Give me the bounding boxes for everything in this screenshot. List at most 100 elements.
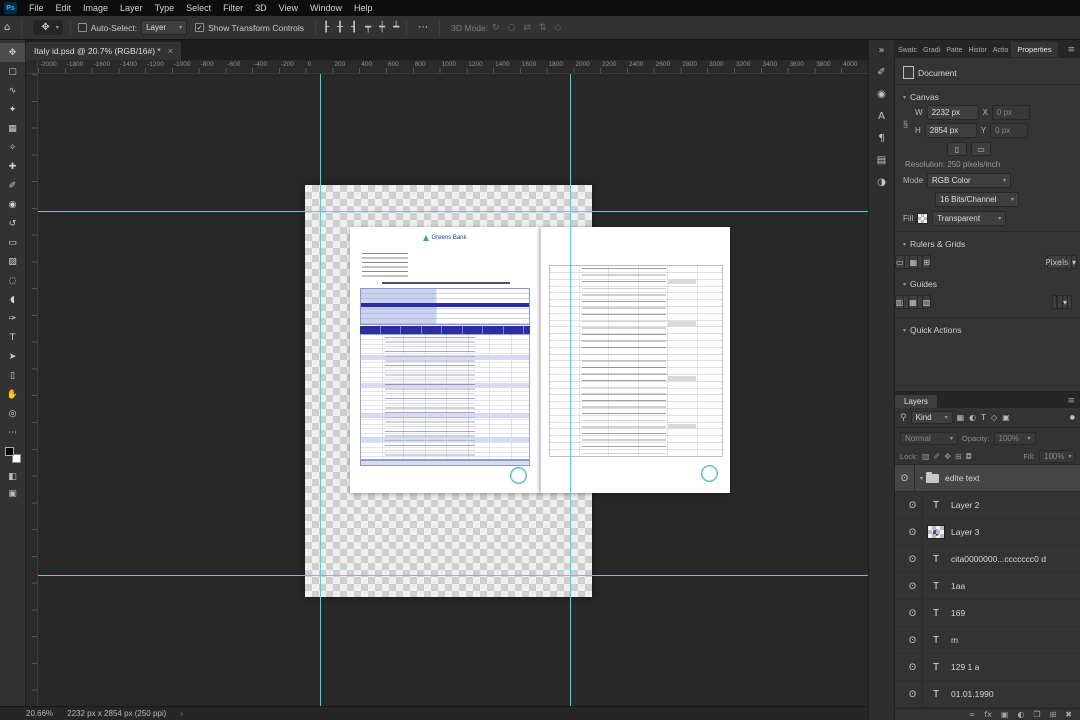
- canvas-viewport[interactable]: Greens Bank: [26, 74, 868, 706]
- add-guide-icon[interactable]: ▥: [895, 295, 905, 309]
- panel-tab[interactable]: Histor: [966, 44, 990, 57]
- lock-artboard-icon[interactable]: ⊞: [955, 452, 962, 461]
- quick-mask-icon[interactable]: ◧: [0, 468, 25, 485]
- lock-position-icon[interactable]: ✥: [944, 452, 951, 461]
- align-right-icon[interactable]: ┨: [351, 22, 357, 33]
- tab-layers[interactable]: Layers: [895, 395, 938, 408]
- foreground-color-swatch[interactable]: [4, 447, 14, 456]
- visibility-toggle[interactable]: ʘ: [903, 681, 923, 707]
- adjustment-layer-icon[interactable]: ◐: [1017, 710, 1024, 719]
- layer-row[interactable]: ʘ T cita0000000...ccccccc0 d: [895, 546, 1080, 573]
- 3d-roll-icon[interactable]: ○: [508, 23, 516, 33]
- visibility-toggle[interactable]: ʘ: [895, 465, 915, 491]
- lock-transparency-icon[interactable]: ▨: [922, 452, 930, 461]
- menu-3d[interactable]: 3D: [249, 3, 273, 13]
- menu-layer[interactable]: Layer: [114, 3, 149, 13]
- snap-toggle-icon[interactable]: ⊞: [922, 255, 931, 269]
- edit-toolbar-icon[interactable]: ⋯: [0, 423, 25, 442]
- crop-tool[interactable]: ▦: [0, 119, 25, 138]
- lock-pixels-icon[interactable]: ✐: [934, 452, 941, 461]
- link-dimensions-icon[interactable]: §: [903, 119, 908, 129]
- tool-preset-button[interactable]: ✥ ▾: [33, 20, 63, 35]
- healing-brush-tool[interactable]: ✚: [0, 157, 25, 176]
- guide-style-dropdown[interactable]: ▾: [1052, 295, 1072, 309]
- height-input[interactable]: 2854 px: [924, 123, 977, 138]
- new-layer-icon[interactable]: ⊞: [1050, 710, 1057, 719]
- text-layer-thumbnail[interactable]: T: [927, 659, 945, 675]
- fill-opacity-dropdown[interactable]: 100% ▾: [1039, 449, 1075, 463]
- menu-filter[interactable]: Filter: [217, 3, 249, 13]
- layers-panel-menu-icon[interactable]: ≡: [1067, 396, 1080, 408]
- close-icon[interactable]: ×: [168, 46, 173, 56]
- text-layer-thumbnail[interactable]: T: [927, 605, 945, 621]
- guide-layout-icon[interactable]: ▦: [908, 295, 918, 309]
- guide-horizontal[interactable]: [38, 575, 868, 576]
- image-layer-thumbnail[interactable]: [927, 525, 945, 539]
- panel-tab[interactable]: Gradi: [920, 44, 943, 57]
- delete-layer-icon[interactable]: ✖: [1065, 710, 1072, 719]
- shape-tool[interactable]: ▯: [0, 366, 25, 385]
- history-brush-tool[interactable]: ↺: [0, 214, 25, 233]
- menu-edit[interactable]: Edit: [50, 3, 78, 13]
- align-middle-icon[interactable]: ┿: [379, 22, 385, 33]
- align-left-icon[interactable]: ┠: [323, 22, 329, 33]
- x-input[interactable]: 0 px: [991, 105, 1030, 120]
- fill-swatch[interactable]: [917, 213, 929, 224]
- align-bottom-icon[interactable]: ┷: [393, 22, 399, 33]
- visibility-toggle[interactable]: ʘ: [903, 627, 923, 653]
- width-input[interactable]: 2232 px: [926, 105, 979, 120]
- visibility-toggle[interactable]: ʘ: [903, 519, 923, 545]
- layer-row[interactable]: ʘ T 169: [895, 600, 1080, 627]
- auto-select-checkbox[interactable]: [77, 23, 87, 32]
- eyedropper-tool[interactable]: ✧: [0, 138, 25, 157]
- canvas-section-header[interactable]: ▾ Canvas: [903, 92, 1072, 102]
- layer-row-group[interactable]: ʘ ▾ edite text: [895, 465, 1080, 492]
- 3d-rotate-icon[interactable]: ↻: [492, 23, 500, 33]
- color-swatches[interactable]: [4, 447, 21, 463]
- brush-tool[interactable]: ✐: [0, 176, 25, 195]
- blur-tool[interactable]: ◌: [0, 271, 25, 290]
- brushes-panel-icon[interactable]: ✐: [877, 67, 885, 78]
- filter-shape-icon[interactable]: ◇: [991, 413, 997, 422]
- hand-tool[interactable]: ✋: [0, 385, 25, 404]
- layer-group-icon[interactable]: ❐: [1033, 710, 1040, 719]
- show-transform-checkbox[interactable]: ✓: [195, 23, 205, 32]
- home-icon[interactable]: ⌂: [0, 22, 14, 33]
- text-layer-thumbnail[interactable]: T: [927, 497, 945, 513]
- quick-selection-tool[interactable]: ✦: [0, 100, 25, 119]
- visibility-toggle[interactable]: ʘ: [903, 654, 923, 680]
- filter-adjustment-icon[interactable]: ◐: [969, 413, 976, 422]
- group-expand-icon[interactable]: ▾: [920, 475, 923, 482]
- grid-toggle-icon[interactable]: ▦: [908, 255, 919, 269]
- layer-row[interactable]: ʘ T 1aa: [895, 573, 1080, 600]
- link-layers-icon[interactable]: ∞: [969, 710, 976, 719]
- panel-tab[interactable]: Actio: [990, 44, 1012, 57]
- expand-panels-icon[interactable]: »: [878, 45, 884, 56]
- paragraph-panel-icon[interactable]: ¶: [878, 133, 884, 144]
- path-select-tool[interactable]: ➤: [0, 347, 25, 366]
- align-top-icon[interactable]: ┯: [365, 22, 371, 33]
- text-layer-thumbnail[interactable]: T: [927, 551, 945, 567]
- opacity-dropdown[interactable]: 100% ▾: [993, 431, 1036, 445]
- filter-kind-dropdown[interactable]: Kind ▾: [910, 411, 953, 424]
- document-tab[interactable]: Italy id.psd @ 20.7% (RGB/16#) * ×: [26, 42, 183, 60]
- landscape-icon[interactable]: ▭: [971, 142, 991, 156]
- libraries-panel-icon[interactable]: ▤: [877, 155, 886, 166]
- visibility-toggle[interactable]: ʘ: [903, 492, 923, 518]
- rulers-grids-section-header[interactable]: ▾ Rulers & Grids: [903, 239, 1072, 249]
- ruler-toggle-icon[interactable]: ▭: [895, 255, 905, 269]
- menu-file[interactable]: File: [23, 3, 50, 13]
- 3d-drag-icon[interactable]: ⇄: [523, 23, 531, 33]
- layer-mask-icon[interactable]: ▣: [1001, 710, 1009, 719]
- text-layer-thumbnail[interactable]: T: [927, 686, 945, 702]
- screen-mode-icon[interactable]: ▣: [0, 485, 25, 502]
- type-tool[interactable]: T: [0, 328, 25, 347]
- zoom-tool[interactable]: ◎: [0, 404, 25, 423]
- panel-tab[interactable]: Swatc: [895, 44, 920, 57]
- panel-menu-icon[interactable]: ≡: [1067, 45, 1080, 57]
- guide-vertical[interactable]: [320, 74, 321, 706]
- guide-horizontal[interactable]: [38, 211, 868, 212]
- visibility-toggle[interactable]: ʘ: [903, 546, 923, 572]
- layer-row[interactable]: ʘ T 01.01.1990: [895, 681, 1080, 708]
- lasso-tool[interactable]: ∿: [0, 81, 25, 100]
